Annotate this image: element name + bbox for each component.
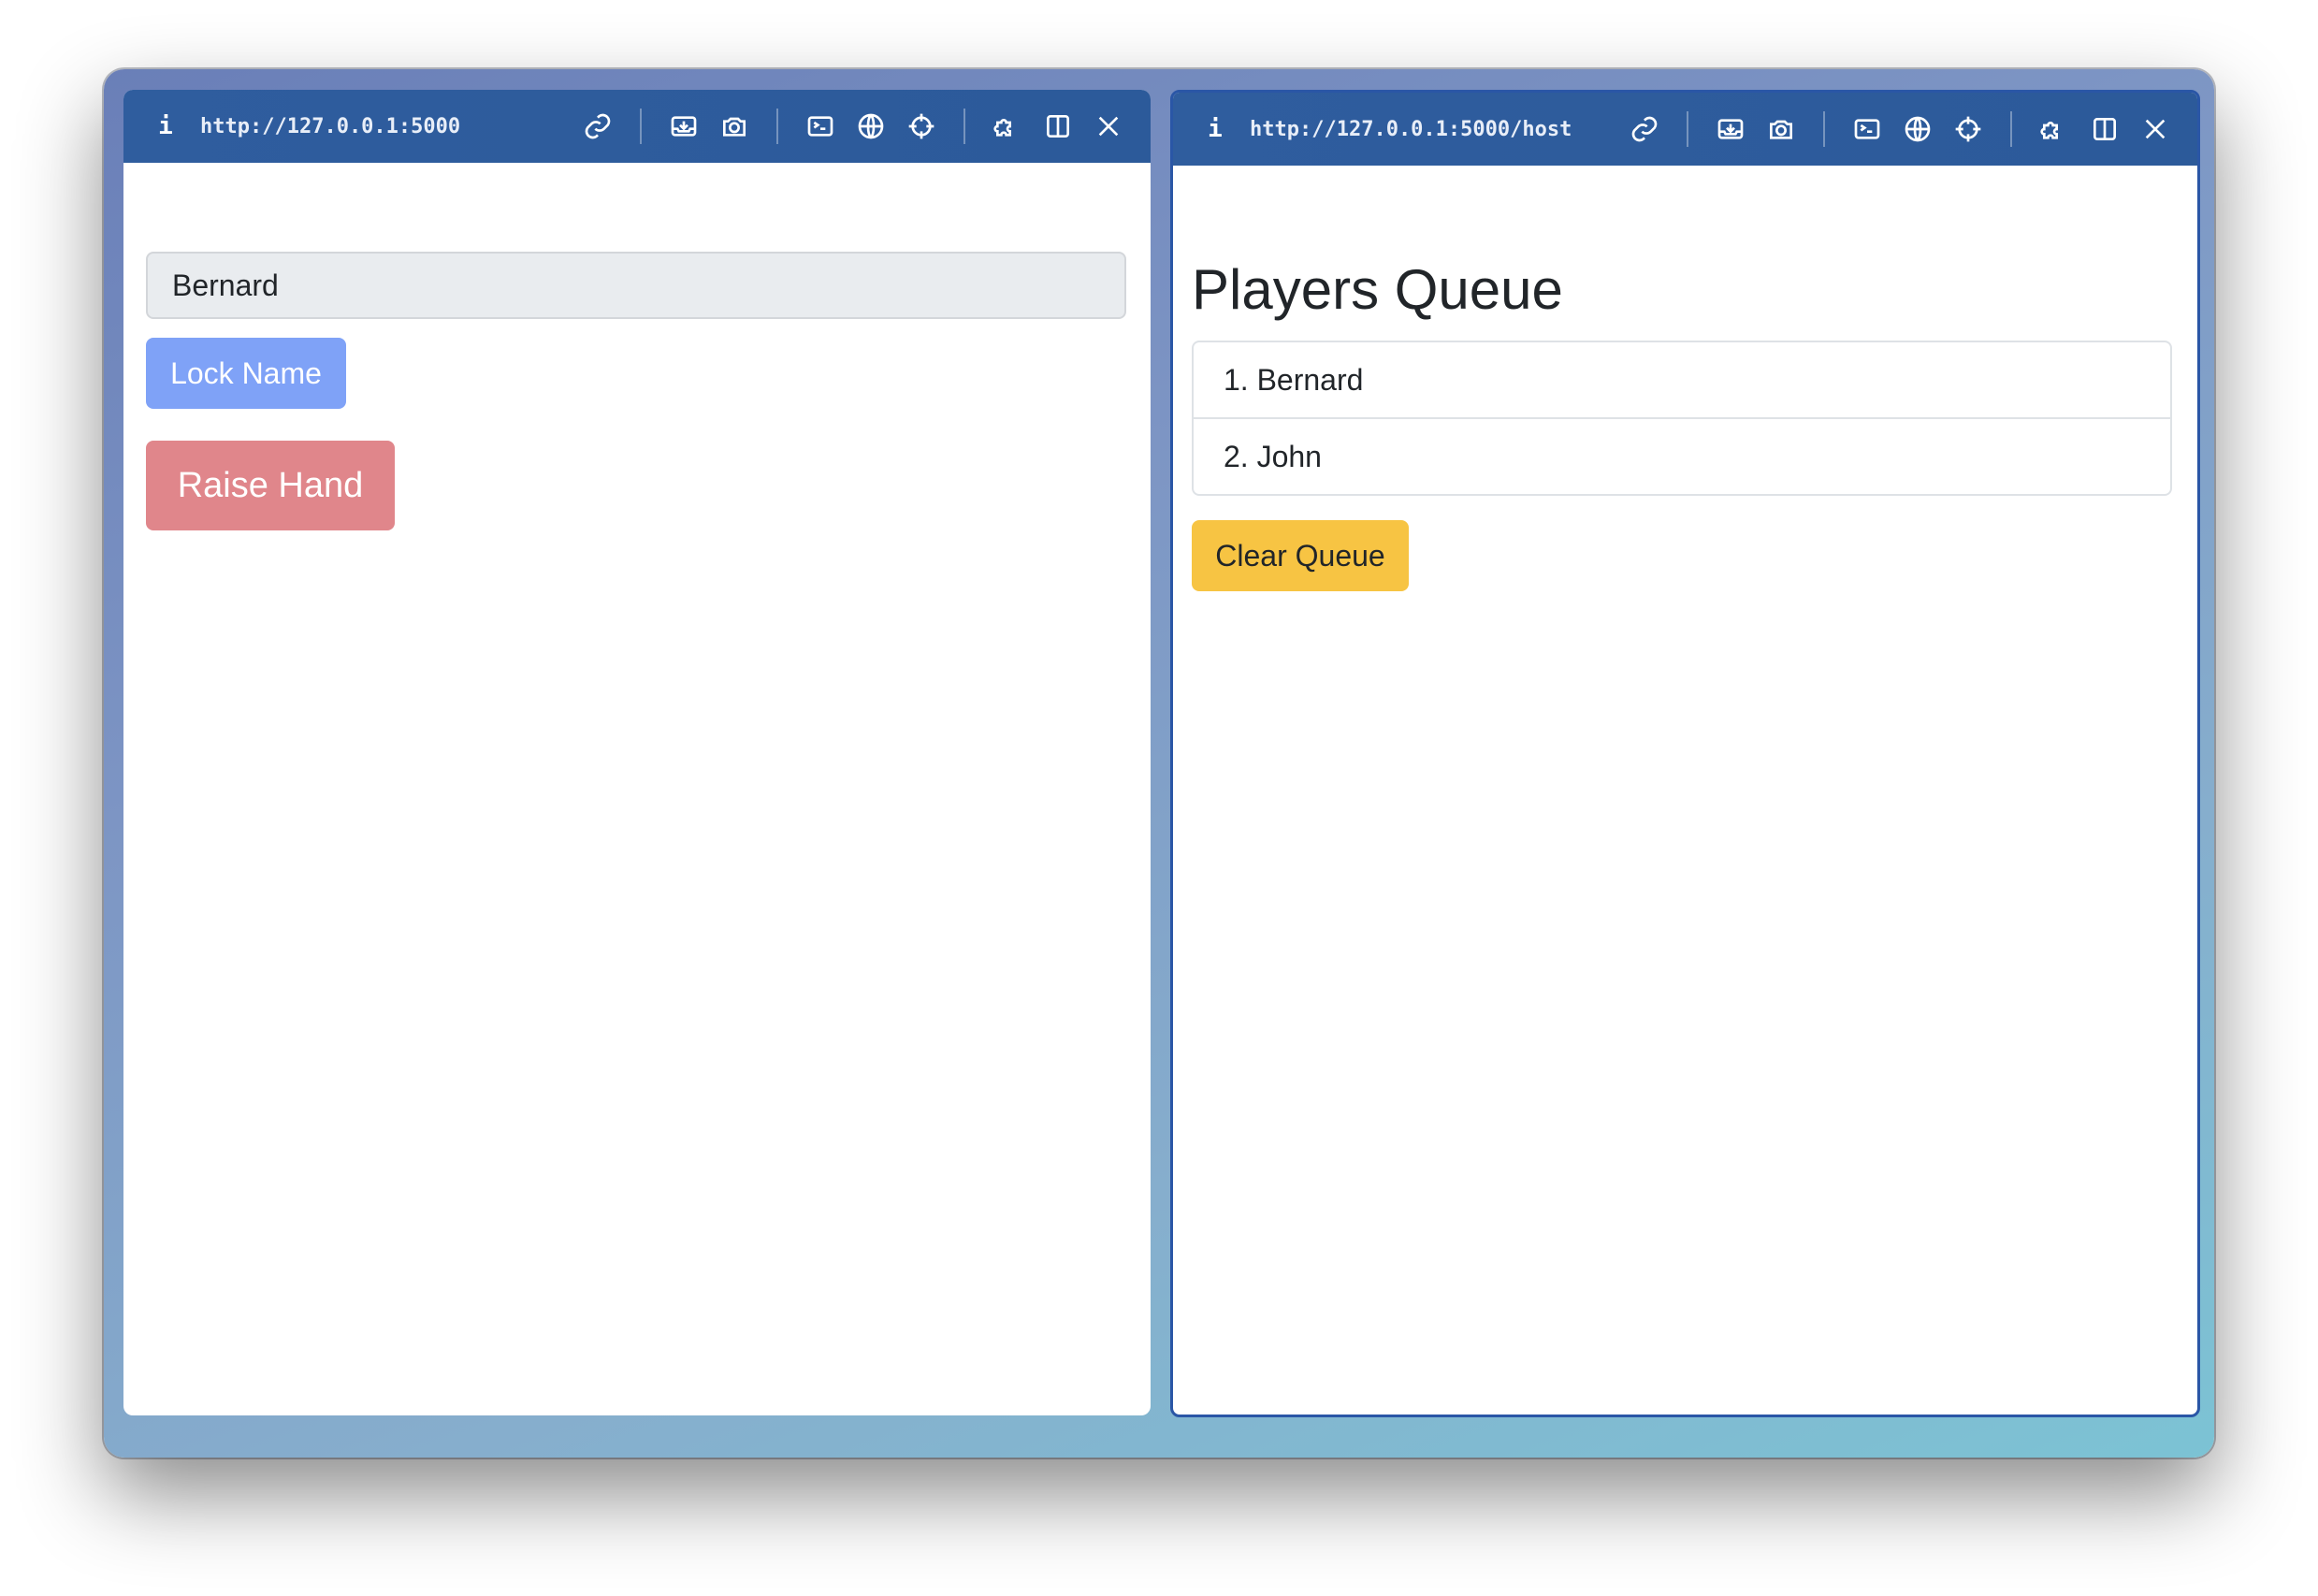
camera-icon[interactable] bbox=[1763, 111, 1799, 147]
name-input[interactable] bbox=[146, 252, 1126, 319]
right-pane: i http://127.0.0.1:5000/host Players Que… bbox=[1170, 90, 2200, 1417]
left-pane: i http://127.0.0.1:5000 Lock Name Raise … bbox=[123, 90, 1151, 1415]
toolbar-divider bbox=[640, 109, 642, 144]
toolbar-divider bbox=[1687, 111, 1688, 147]
page-title: Players Queue bbox=[1192, 258, 1563, 321]
left-toolbar: i http://127.0.0.1:5000 bbox=[123, 90, 1151, 163]
crosshair-icon[interactable] bbox=[1950, 111, 1986, 147]
inbox-download-icon[interactable] bbox=[1713, 111, 1748, 147]
crosshair-icon[interactable] bbox=[904, 109, 939, 144]
list-item: 2. John bbox=[1194, 417, 2170, 494]
link-icon[interactable] bbox=[1627, 111, 1662, 147]
split-view-icon[interactable] bbox=[2087, 111, 2122, 147]
app-window: i http://127.0.0.1:5000 Lock Name Raise … bbox=[104, 69, 2214, 1458]
lock-name-button[interactable]: Lock Name bbox=[146, 338, 346, 409]
link-icon[interactable] bbox=[580, 109, 616, 144]
split-view-icon[interactable] bbox=[1040, 109, 1076, 144]
globe-icon[interactable] bbox=[853, 109, 889, 144]
right-content: Players Queue 1. Bernard 2. John Clear Q… bbox=[1173, 166, 2197, 1415]
raise-hand-button[interactable]: Raise Hand bbox=[146, 441, 395, 530]
toolbar-divider bbox=[1823, 111, 1825, 147]
terminal-icon[interactable] bbox=[803, 109, 838, 144]
close-icon[interactable] bbox=[1091, 109, 1126, 144]
toolbar-divider bbox=[963, 109, 965, 144]
url-text[interactable]: http://127.0.0.1:5000 bbox=[200, 115, 572, 138]
info-icon[interactable]: i bbox=[1203, 115, 1227, 143]
left-content: Lock Name Raise Hand bbox=[123, 163, 1151, 1415]
close-icon[interactable] bbox=[2137, 111, 2173, 147]
players-queue-list: 1. Bernard 2. John bbox=[1192, 341, 2172, 496]
toolbar-divider bbox=[2010, 111, 2012, 147]
puzzle-icon[interactable] bbox=[990, 109, 1025, 144]
camera-icon[interactable] bbox=[717, 109, 752, 144]
puzzle-icon[interactable] bbox=[2036, 111, 2072, 147]
clear-queue-button[interactable]: Clear Queue bbox=[1192, 520, 1409, 591]
terminal-icon[interactable] bbox=[1849, 111, 1885, 147]
globe-icon[interactable] bbox=[1900, 111, 1935, 147]
right-toolbar: i http://127.0.0.1:5000/host bbox=[1173, 93, 2197, 166]
info-icon[interactable]: i bbox=[153, 112, 178, 140]
url-text[interactable]: http://127.0.0.1:5000/host bbox=[1250, 118, 1619, 141]
inbox-download-icon[interactable] bbox=[666, 109, 702, 144]
list-item: 1. Bernard bbox=[1224, 362, 1364, 397]
toolbar-divider bbox=[776, 109, 778, 144]
